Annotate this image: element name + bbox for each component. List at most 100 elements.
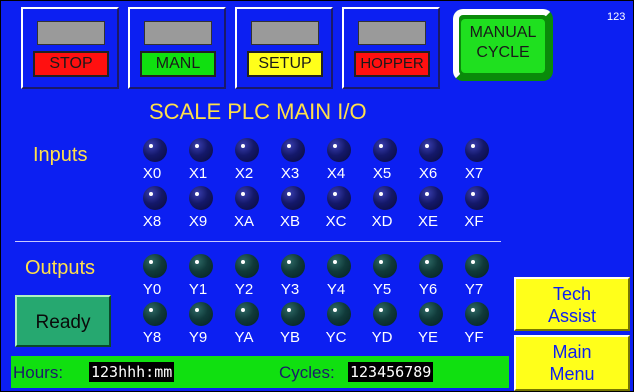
lamp-highlight [149,144,153,148]
output-label-y8: Y8 [142,329,162,346]
input-label-x1: X1 [188,165,208,182]
lamp-highlight [379,192,383,196]
hours-label: Hours: [13,363,64,382]
lamp-highlight [287,308,291,312]
manual-cycle-line2: CYCLE [476,44,530,61]
lamp-highlight [379,308,383,312]
manual-cycle-line1: MANUAL [469,24,537,41]
lamp-highlight [149,308,153,312]
output-label-yb: YB [279,329,300,346]
output-lamp-yc [327,302,351,326]
lamp-highlight [425,308,429,312]
output-lamp-y5 [373,254,397,278]
lamp-highlight [287,192,291,196]
manual-indicator-lamp [144,21,212,45]
setup-button[interactable]: SETUP [235,7,333,89]
output-label-yd: YD [371,329,393,346]
input-label-x0: X0 [142,165,162,182]
output-label-y9: Y9 [188,329,208,346]
lamp-highlight [471,308,475,312]
output-lamp-y1 [189,254,213,278]
output-label-y4: Y4 [326,281,346,298]
lamp-highlight [241,192,245,196]
tech-assist-line1: Tech [552,284,592,304]
output-lamp-yf [465,302,489,326]
input-label-xa: XA [233,213,254,230]
input-lamp-x2 [235,138,259,162]
page-title: SCALE PLC MAIN I/O [149,99,367,124]
output-lamp-y4 [327,254,351,278]
cycles-label: Cycles: [279,363,335,382]
stop-button[interactable]: STOP [21,7,119,89]
lamp-highlight [149,192,153,196]
hopper-label: HOPPER [354,51,430,77]
lamp-highlight [379,144,383,148]
output-label-y6: Y6 [418,281,438,298]
output-label-y1: Y1 [188,281,208,298]
lamp-highlight [425,192,429,196]
manual-mode-button[interactable]: MANL [128,7,226,89]
lamp-highlight [471,192,475,196]
main-menu-line2: Menu [549,364,595,384]
lamp-highlight [195,192,199,196]
input-label-xe: XE [417,213,438,230]
output-lamp-y9 [189,302,213,326]
output-label-y5: Y5 [372,281,392,298]
lamp-highlight [241,308,245,312]
tech-assist-line2: Assist [547,306,596,326]
input-label-x8: X8 [142,213,162,230]
lamp-highlight [149,260,153,264]
main-menu-button[interactable]: Main Menu [514,335,630,391]
stop-label: STOP [33,51,109,77]
input-lamp-x8 [143,186,167,210]
outputs-heading: Outputs [25,257,96,279]
output-label-y7: Y7 [464,281,484,298]
status-bar: Hours: 123hhh:mm Cycles: 123456789 [11,356,509,388]
input-lamp-x4 [327,138,351,162]
input-lamp-xb [281,186,305,210]
input-label-xb: XB [279,213,300,230]
manual-label: MANL [140,51,216,77]
lamp-highlight [333,192,337,196]
input-label-xc: XC [325,213,347,230]
input-lamp-xe [419,186,443,210]
input-lamp-xc [327,186,351,210]
input-lamp-xa [235,186,259,210]
input-lamp-x1 [189,138,213,162]
input-label-x7: X7 [464,165,484,182]
input-label-x9: X9 [188,213,208,230]
output-label-y2: Y2 [234,281,254,298]
lamp-highlight [425,144,429,148]
hours-value: 123hhh:mm [89,362,175,382]
lamp-highlight [195,308,199,312]
lamp-highlight [333,308,337,312]
lamp-highlight [471,144,475,148]
hopper-button[interactable]: HOPPER [342,7,440,89]
input-lamp-x3 [281,138,305,162]
stop-indicator-lamp [37,21,105,45]
output-lamp-y7 [465,254,489,278]
input-lamp-xd [373,186,397,210]
output-lamp-y0 [143,254,167,278]
output-label-yc: YC [325,329,347,346]
ready-button[interactable]: Ready [15,295,111,347]
input-lamp-x0 [143,138,167,162]
inputs-heading: Inputs [33,144,88,166]
output-lamp-y2 [235,254,259,278]
lamp-highlight [333,144,337,148]
input-lamp-xf [465,186,489,210]
tech-assist-button[interactable]: Tech Assist [514,277,630,331]
hopper-indicator-lamp [358,21,426,45]
output-lamp-yb [281,302,305,326]
output-lamp-y6 [419,254,443,278]
lamp-highlight [195,144,199,148]
input-label-x5: X5 [372,165,392,182]
output-label-y3: Y3 [280,281,300,298]
setup-indicator-lamp [251,21,319,45]
output-lamp-y3 [281,254,305,278]
lamp-highlight [379,260,383,264]
input-lamp-x7 [465,138,489,162]
output-label-ye: YE [417,329,438,346]
input-label-x4: X4 [326,165,346,182]
output-label-ya: YA [234,329,254,346]
